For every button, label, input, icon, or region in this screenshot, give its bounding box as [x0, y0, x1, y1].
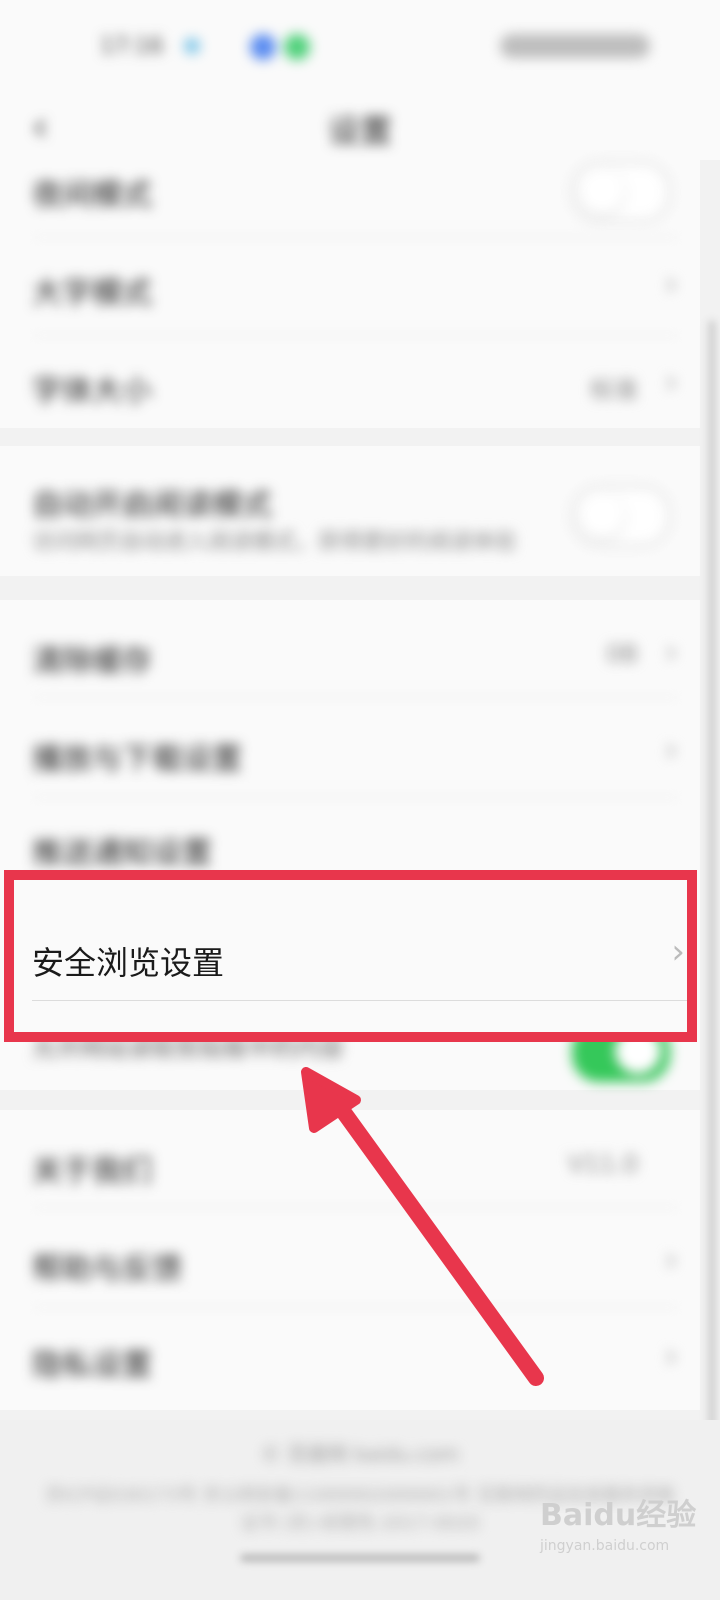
baidu-jingyan-watermark: Baidu经验 jingyan.baidu.com [540, 1490, 700, 1554]
home-indicator[interactable] [240, 1554, 480, 1562]
annotation-arrow [301, 1067, 544, 1386]
watermark-logo: Baidu经验 [540, 1498, 697, 1533]
watermark-site: jingyan.baidu.com [540, 1538, 670, 1554]
footer-copyright: © 百度网 baidu.com [261, 1442, 459, 1466]
